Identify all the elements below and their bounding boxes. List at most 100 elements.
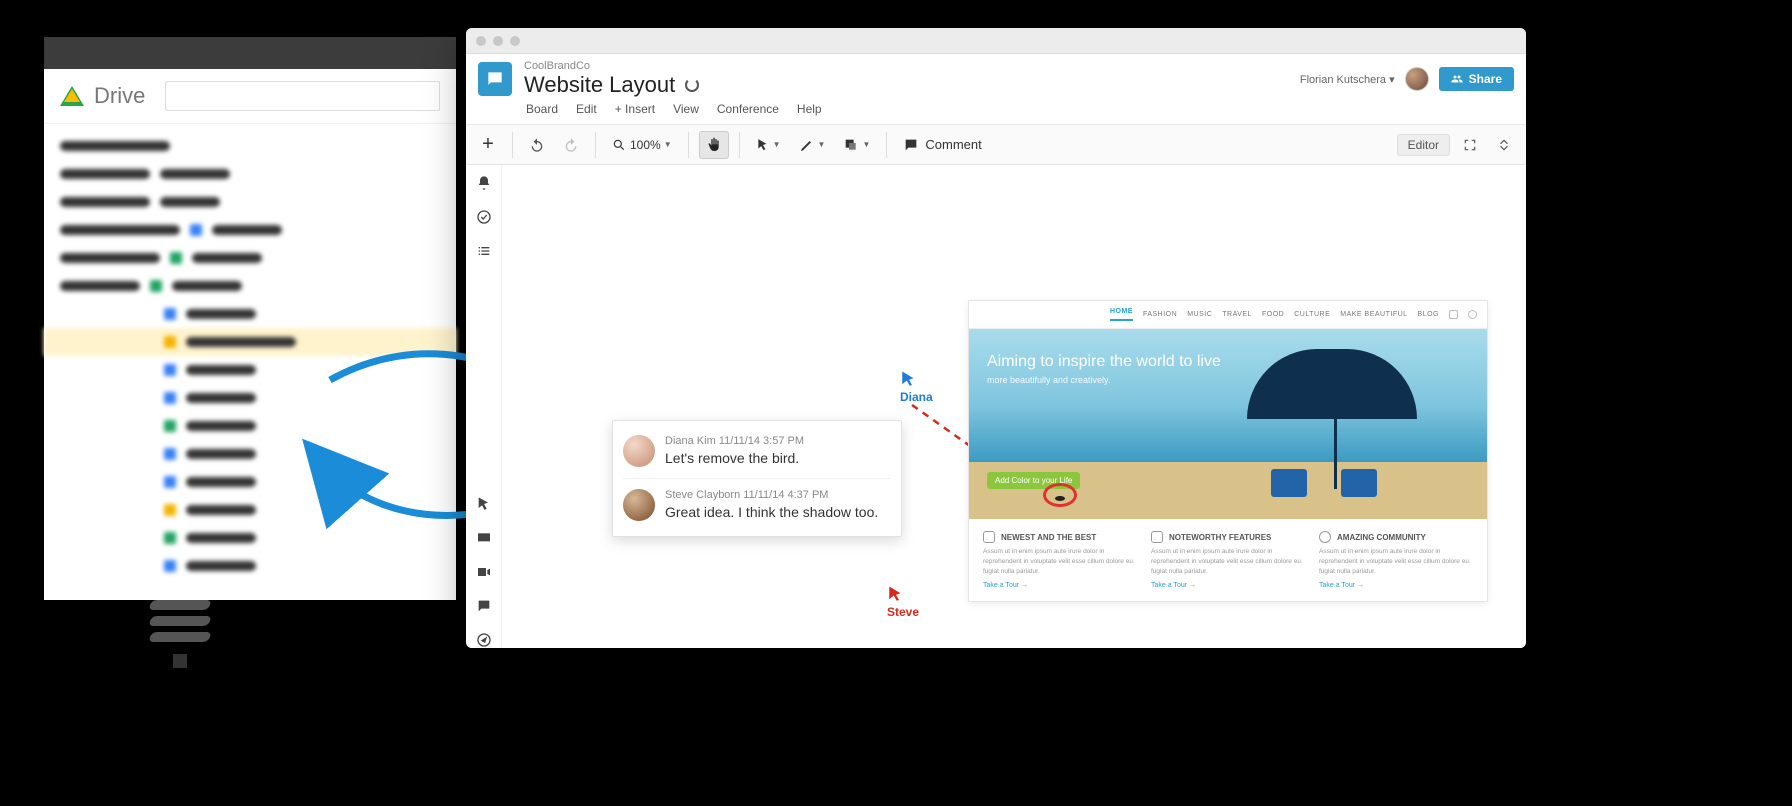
traffic-light-zoom[interactable] [510, 36, 520, 46]
col-text: Assum ut in enim ipsum aute irure dolor … [1151, 547, 1305, 576]
mock-nav: HOME FASHION MUSIC TRAVEL FOOD CULTURE M… [969, 301, 1487, 329]
comment-label: Comment [925, 137, 981, 152]
col-link[interactable]: Take a Tour → [1151, 582, 1196, 589]
cursor-label: Steve [887, 605, 919, 619]
comment-meta: Steve Clayborn 11/11/14 4:37 PM [665, 489, 878, 501]
add-button[interactable]: + [474, 131, 502, 159]
search-icon[interactable] [1468, 310, 1477, 319]
cursor-rail-icon[interactable] [476, 496, 492, 512]
umbrella-pole [1334, 349, 1337, 489]
conceptboard-window: CoolBrandCo Website Layout Florian Kutsc… [466, 28, 1526, 648]
col-text: Assum ut in enim ipsum aute irure dolor … [983, 547, 1137, 576]
check-circle-icon[interactable] [476, 209, 492, 225]
col-heading: NOTEWORTHY FEATURES [1169, 533, 1271, 542]
shape-tool-button[interactable]: ▼ [837, 131, 876, 159]
traffic-light-close[interactable] [476, 36, 486, 46]
user-menu[interactable]: Florian Kutschera ▾ [1300, 73, 1395, 86]
remote-cursor-steve: Steve [887, 585, 919, 619]
mock-column: NOTEWORTHY FEATURES Assum ut in enim ips… [1151, 531, 1305, 589]
mock-nav-item[interactable]: MAKE BEAUTIFUL [1340, 311, 1407, 318]
mock-nav-item[interactable]: MUSIC [1187, 311, 1212, 318]
menu-help[interactable]: Help [797, 102, 822, 116]
hand-tool-button[interactable] [699, 131, 729, 159]
video-icon[interactable] [476, 564, 492, 580]
toolbar: + 100% ▼ ▼ ▼ ▼ Comment [466, 125, 1526, 165]
board-canvas[interactable]: Diana Kim 11/11/14 3:57 PM Let's remove … [502, 165, 1526, 648]
doc-icon [983, 531, 995, 543]
sync-icon [685, 78, 699, 92]
drive-logo-icon [60, 86, 84, 106]
redo-button[interactable] [557, 131, 585, 159]
left-rail [466, 165, 502, 648]
workspace-name: CoolBrandCo [524, 60, 1288, 72]
col-link[interactable]: Take a Tour → [1319, 582, 1364, 589]
user-area: Florian Kutschera ▾ Share [1300, 67, 1514, 91]
mock-nav-item[interactable]: HOME [1110, 308, 1133, 321]
mock-hero: Aiming to inspire the world to live more… [969, 329, 1487, 519]
speech-icon [1319, 531, 1331, 543]
share-label: Share [1469, 72, 1502, 86]
user-avatar[interactable] [1405, 67, 1429, 91]
chair-graphic [1341, 469, 1377, 497]
mock-nav-item[interactable]: CULTURE [1294, 311, 1330, 318]
drive-file-list [44, 124, 456, 588]
mock-columns: NEWEST AND THE BEST Assum ut in enim ips… [969, 519, 1487, 601]
pointer-tool-button[interactable]: ▼ [750, 131, 787, 159]
chair-graphic [1271, 469, 1307, 497]
comment-meta: Diana Kim 11/11/14 3:57 PM [665, 435, 804, 447]
menu-insert[interactable]: + Insert [615, 102, 655, 116]
col-heading: NEWEST AND THE BEST [1001, 533, 1096, 542]
commenter-avatar [623, 435, 655, 467]
col-heading: AMAZING COMMUNITY [1337, 533, 1426, 542]
list-icon[interactable] [476, 243, 492, 259]
annotation-circle [1043, 483, 1077, 507]
comment-item: Steve Clayborn 11/11/14 4:37 PM Great id… [623, 478, 891, 528]
drive-search-input[interactable] [165, 81, 440, 111]
comment-thread[interactable]: Diana Kim 11/11/14 3:57 PM Let's remove … [612, 420, 902, 537]
cart-icon[interactable] [1449, 310, 1458, 319]
zoom-value: 100% [630, 138, 661, 152]
box-icon [1151, 531, 1163, 543]
mock-nav-item[interactable]: TRAVEL [1222, 311, 1252, 318]
mock-website: HOME FASHION MUSIC TRAVEL FOOD CULTURE M… [968, 300, 1488, 602]
col-link[interactable]: Take a Tour → [983, 582, 1028, 589]
zoom-dropdown[interactable]: 100% ▼ [606, 131, 678, 159]
pen-tool-button[interactable]: ▼ [793, 131, 832, 159]
chat-icon[interactable] [476, 598, 492, 614]
bell-icon[interactable] [476, 175, 492, 191]
menu-board[interactable]: Board [526, 102, 558, 116]
present-icon[interactable] [476, 530, 492, 546]
drive-header: Drive [44, 69, 456, 124]
menu-view[interactable]: View [673, 102, 699, 116]
fullscreen-button[interactable] [1456, 131, 1484, 159]
undo-button[interactable] [523, 131, 551, 159]
mock-nav-item[interactable]: FASHION [1143, 311, 1177, 318]
drive-window: Drive [44, 37, 456, 600]
hero-title: Aiming to inspire the world to live [987, 353, 1469, 371]
drive-titlebar [44, 37, 456, 69]
traffic-light-minimize[interactable] [493, 36, 503, 46]
mock-nav-item[interactable]: BLOG [1418, 311, 1439, 318]
role-indicator[interactable]: Editor [1397, 134, 1450, 156]
menu-edit[interactable]: Edit [576, 102, 597, 116]
window-titlebar [466, 28, 1526, 54]
comment-button[interactable]: Comment [897, 131, 987, 159]
decoration-strokes [150, 600, 210, 668]
mock-nav-item[interactable]: FOOD [1262, 311, 1284, 318]
board-header: CoolBrandCo Website Layout Florian Kutsc… [466, 54, 1526, 98]
collapse-button[interactable] [1490, 131, 1518, 159]
menu-conference[interactable]: Conference [717, 102, 779, 116]
mock-column: NEWEST AND THE BEST Assum ut in enim ips… [983, 531, 1137, 589]
comment-text: Great idea. I think the shadow too. [665, 503, 878, 522]
col-text: Assum ut in enim ipsum aute irure dolor … [1319, 547, 1473, 576]
comment-item: Diana Kim 11/11/14 3:57 PM Let's remove … [623, 429, 891, 474]
share-button[interactable]: Share [1439, 67, 1514, 91]
board-title[interactable]: Website Layout [524, 72, 1288, 98]
compass-icon[interactable] [476, 632, 492, 648]
board-title-text: Website Layout [524, 72, 675, 98]
app-logo-icon [478, 62, 512, 96]
commenter-avatar [623, 489, 655, 521]
drive-title: Drive [94, 83, 145, 109]
menu-bar: Board Edit + Insert View Conference Help [466, 98, 1526, 125]
mock-column: AMAZING COMMUNITY Assum ut in enim ipsum… [1319, 531, 1473, 589]
